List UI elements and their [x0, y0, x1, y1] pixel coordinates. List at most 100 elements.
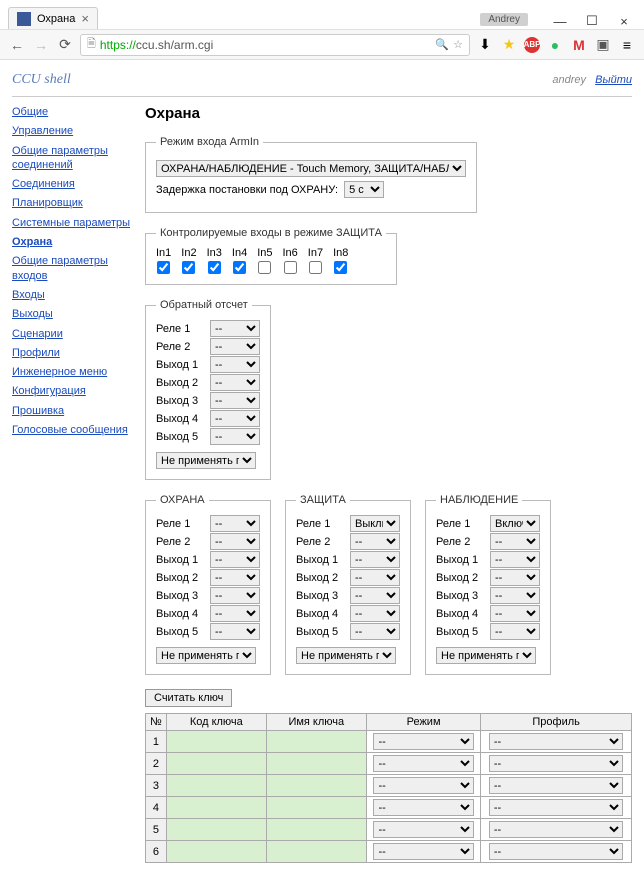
countdown-select-0[interactable]: -- — [210, 320, 260, 337]
countdown-select-3[interactable]: -- — [210, 374, 260, 391]
input-checkbox-In1[interactable] — [157, 261, 170, 274]
sidebar-item-14[interactable]: Прошивка — [12, 404, 137, 418]
kt-code-1[interactable] — [166, 753, 266, 775]
sidebar-item-9[interactable]: Выходы — [12, 307, 137, 321]
mode1-select-1[interactable]: -- — [350, 533, 400, 550]
kt-code-3[interactable] — [166, 797, 266, 819]
sidebar-item-11[interactable]: Профили — [12, 346, 137, 360]
chrome-user-badge[interactable]: Andrey — [480, 13, 528, 26]
input-checkbox-In5[interactable] — [258, 261, 271, 274]
kt-profile-select-5[interactable]: -- — [489, 843, 624, 860]
sidebar-item-5[interactable]: Системные параметры — [12, 216, 137, 230]
back-button[interactable]: ← — [8, 36, 26, 54]
sidebar-item-0[interactable]: Общие — [12, 105, 137, 119]
extension-icon[interactable]: ▣ — [594, 36, 612, 54]
sidebar-item-8[interactable]: Входы — [12, 288, 137, 302]
input-checkbox-In2[interactable] — [182, 261, 195, 274]
kt-profile-select-3[interactable]: -- — [489, 799, 624, 816]
sidebar-item-2[interactable]: Общие параметры соединений — [12, 144, 137, 173]
forward-button[interactable]: → — [32, 36, 50, 54]
sidebar-item-15[interactable]: Голосовые сообщения — [12, 423, 137, 437]
evernote-icon[interactable]: ● — [546, 36, 564, 54]
mode-profile-select-0[interactable]: Не применять профиль — [156, 647, 256, 664]
kt-mode-select-1[interactable]: -- — [373, 755, 473, 772]
sidebar-item-3[interactable]: Соединения — [12, 177, 137, 191]
kt-mode-select-4[interactable]: -- — [373, 821, 473, 838]
kt-profile-select-4[interactable]: -- — [489, 821, 624, 838]
reload-button[interactable]: ⟳ — [56, 36, 74, 54]
armin-mode-select[interactable]: ОХРАНА/НАБЛЮДЕНИЕ - Touch Memory, ЗАЩИТА… — [156, 160, 466, 177]
kt-mode-select-0[interactable]: -- — [373, 733, 473, 750]
mode0-select-6[interactable]: -- — [210, 623, 260, 640]
kt-mode-select-2[interactable]: -- — [373, 777, 473, 794]
kt-name-5[interactable] — [266, 841, 366, 863]
input-checkbox-In3[interactable] — [208, 261, 221, 274]
countdown-select-1[interactable]: -- — [210, 338, 260, 355]
armin-delay-select[interactable]: 5 с — [344, 181, 384, 198]
mode1-select-6[interactable]: -- — [350, 623, 400, 640]
input-checkbox-In8[interactable] — [334, 261, 347, 274]
mode1-select-5[interactable]: -- — [350, 605, 400, 622]
kt-name-0[interactable] — [266, 731, 366, 753]
kt-mode-select-5[interactable]: -- — [373, 843, 473, 860]
close-icon[interactable]: × — [81, 11, 89, 26]
mode2-select-3[interactable]: -- — [490, 569, 540, 586]
mode0-select-0[interactable]: -- — [210, 515, 260, 532]
mode0-select-4[interactable]: -- — [210, 587, 260, 604]
mode0-select-5[interactable]: -- — [210, 605, 260, 622]
mode2-select-0[interactable]: Включить — [490, 515, 540, 532]
mode2-select-5[interactable]: -- — [490, 605, 540, 622]
page-info-icon[interactable]: 🗎 — [87, 35, 96, 54]
sidebar-item-13[interactable]: Конфигурация — [12, 384, 137, 398]
mode1-select-0[interactable]: Выключить — [350, 515, 400, 532]
input-checkbox-In7[interactable] — [309, 261, 322, 274]
mode-profile-select-2[interactable]: Не применять профиль — [436, 647, 536, 664]
read-key-button[interactable]: Считать ключ — [145, 689, 232, 707]
pocket-icon[interactable]: ⬇ — [476, 36, 494, 54]
sidebar-item-4[interactable]: Планировщик — [12, 196, 137, 210]
kt-code-5[interactable] — [166, 841, 266, 863]
sidebar-item-1[interactable]: Управление — [12, 124, 137, 138]
kt-name-4[interactable] — [266, 819, 366, 841]
mode1-select-2[interactable]: -- — [350, 551, 400, 568]
mode0-select-1[interactable]: -- — [210, 533, 260, 550]
mode1-select-4[interactable]: -- — [350, 587, 400, 604]
address-bar[interactable]: 🗎 https://ccu.sh/arm.cgi 🔍 ☆ — [80, 34, 470, 56]
sidebar-item-6[interactable]: Охрана — [12, 235, 137, 249]
browser-tab[interactable]: Охрана × — [8, 7, 98, 29]
mode2-select-6[interactable]: -- — [490, 623, 540, 640]
countdown-profile-select[interactable]: Не применять профиль — [156, 452, 256, 469]
menu-icon[interactable]: ≡ — [618, 36, 636, 54]
kt-profile-select-0[interactable]: -- — [489, 733, 624, 750]
kt-profile-select-2[interactable]: -- — [489, 777, 624, 794]
countdown-select-6[interactable]: -- — [210, 428, 260, 445]
kt-profile-select-1[interactable]: -- — [489, 755, 624, 772]
mode2-select-2[interactable]: -- — [490, 551, 540, 568]
logout-link[interactable]: Выйти — [595, 74, 632, 86]
mode0-select-2[interactable]: -- — [210, 551, 260, 568]
sidebar-item-10[interactable]: Сценарии — [12, 327, 137, 341]
input-checkbox-In6[interactable] — [284, 261, 297, 274]
countdown-select-5[interactable]: -- — [210, 410, 260, 427]
mode1-select-3[interactable]: -- — [350, 569, 400, 586]
maximize-button[interactable]: ☐ — [580, 13, 604, 29]
abp-icon[interactable]: ABP — [524, 37, 540, 53]
kt-code-2[interactable] — [166, 775, 266, 797]
countdown-select-4[interactable]: -- — [210, 392, 260, 409]
mode-profile-select-1[interactable]: Не применять профиль — [296, 647, 396, 664]
mode2-select-1[interactable]: -- — [490, 533, 540, 550]
mode2-select-4[interactable]: -- — [490, 587, 540, 604]
star-icon[interactable]: ☆ — [453, 38, 463, 51]
gmail-icon[interactable]: M — [570, 36, 588, 54]
bookmark-star-icon[interactable]: ★ — [500, 36, 518, 54]
kt-code-0[interactable] — [166, 731, 266, 753]
zoom-icon[interactable]: 🔍 — [435, 38, 449, 51]
kt-name-2[interactable] — [266, 775, 366, 797]
sidebar-item-12[interactable]: Инженерное меню — [12, 365, 137, 379]
minimize-button[interactable]: — — [548, 13, 572, 29]
kt-name-3[interactable] — [266, 797, 366, 819]
kt-mode-select-3[interactable]: -- — [373, 799, 473, 816]
kt-name-1[interactable] — [266, 753, 366, 775]
sidebar-item-7[interactable]: Общие параметры входов — [12, 254, 137, 283]
mode0-select-3[interactable]: -- — [210, 569, 260, 586]
